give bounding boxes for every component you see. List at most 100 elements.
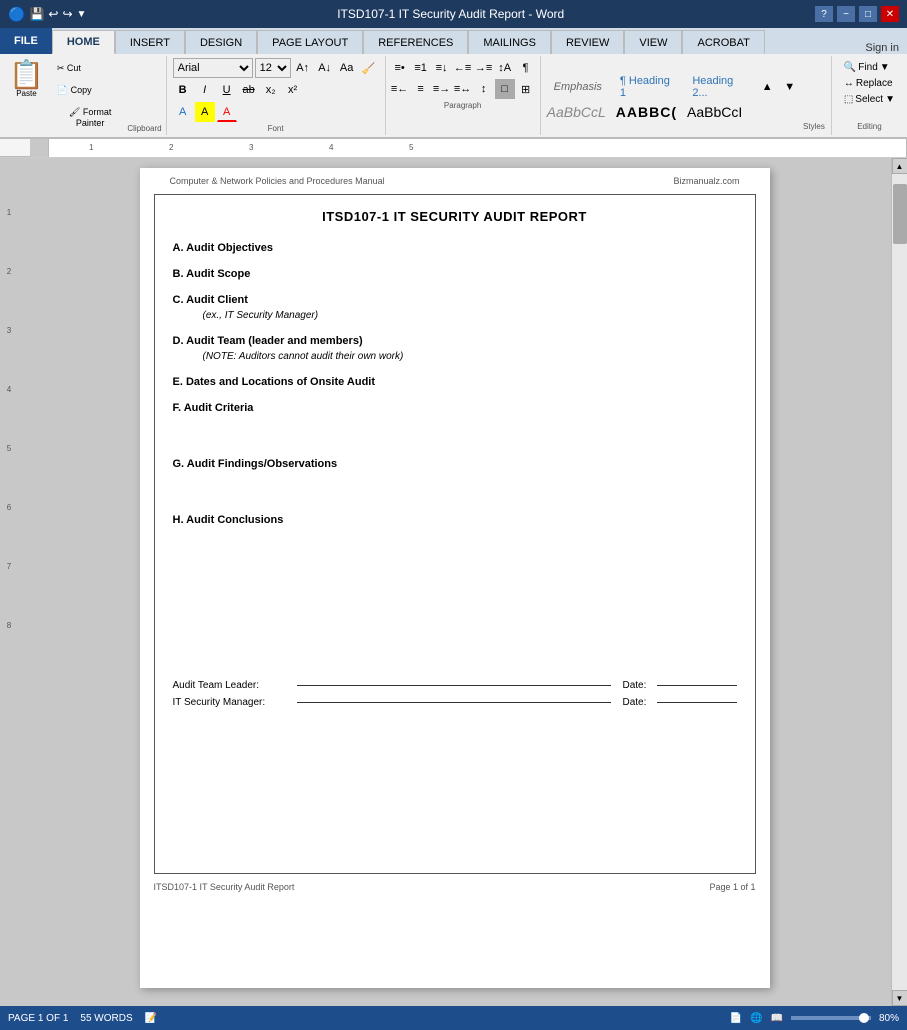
scroll-down-button[interactable]: ▼ <box>892 990 907 1006</box>
section-c-title: Audit Client <box>186 294 248 306</box>
font-name-select[interactable]: Arial <box>173 58 253 78</box>
window-controls: ? − □ ✕ <box>815 6 899 22</box>
restore-button[interactable]: □ <box>859 6 877 22</box>
styles-items: Emphasis ¶ Heading 1 Heading 2... ▲ ▼ Aa… <box>547 72 799 120</box>
scroll-thumb[interactable] <box>893 184 907 244</box>
sig-manager-date-line <box>657 702 737 703</box>
increase-indent-button[interactable]: →≡ <box>474 58 494 78</box>
format-painter-button[interactable]: 🖌 Format Painter <box>53 105 127 130</box>
tab-home[interactable]: HOME <box>52 30 115 54</box>
cut-button[interactable]: ✂ Cut <box>53 61 127 76</box>
styles-scroll-down[interactable]: ▼ <box>780 77 799 97</box>
track-changes-icon[interactable]: 📝 <box>145 1013 157 1024</box>
select-button[interactable]: ⬚ Select ▼ <box>840 92 899 107</box>
multilevel-list-button[interactable]: ≡↓ <box>432 58 452 78</box>
style-emphasis[interactable]: Emphasis <box>547 78 609 96</box>
align-left-button[interactable]: ≡← <box>390 79 410 99</box>
justify-button[interactable]: ≡↔ <box>453 79 473 99</box>
minimize-button[interactable]: − <box>837 6 855 22</box>
font-color-button[interactable]: A <box>217 102 237 122</box>
section-g-spacer <box>173 474 737 514</box>
style-heading1-label: ¶ Heading 1 <box>620 75 670 99</box>
scrollbar-vertical[interactable]: ▲ ▼ <box>891 158 907 1006</box>
replace-button[interactable]: ↔ Replace <box>840 76 899 91</box>
document-page[interactable]: Computer & Network Policies and Procedur… <box>140 168 770 988</box>
zoom-thumb[interactable] <box>859 1013 869 1023</box>
find-button[interactable]: 🔍 Find ▼ <box>840 60 899 75</box>
text-effects-button[interactable]: A <box>173 102 193 122</box>
sign-in-button[interactable]: Sign in <box>865 42 907 54</box>
section-f: F. Audit Criteria <box>173 402 737 414</box>
style-heading1[interactable]: ¶ Heading 1 <box>613 72 681 102</box>
font-shrink-button[interactable]: A↓ <box>315 58 335 78</box>
bold-button[interactable]: B <box>173 80 193 100</box>
view-print-icon[interactable]: 📄 <box>730 1013 742 1024</box>
tab-review[interactable]: REVIEW <box>551 30 624 54</box>
font-grow-button[interactable]: A↑ <box>293 58 313 78</box>
font-size-select[interactable]: 12 <box>255 58 291 78</box>
view-web-icon[interactable]: 🌐 <box>750 1013 762 1024</box>
clear-format-button[interactable]: 🧹 <box>359 58 379 78</box>
show-formatting-button[interactable]: ¶ <box>516 58 536 78</box>
section-f-heading: F. Audit Criteria <box>173 402 737 414</box>
styles-scroll-up[interactable]: ▲ <box>758 77 777 97</box>
section-h-heading: H. Audit Conclusions <box>173 514 737 526</box>
tab-view[interactable]: VIEW <box>624 30 682 54</box>
underline-button[interactable]: U <box>217 80 237 100</box>
styles-sample1: AaBbCcL <box>547 104 606 120</box>
tab-mailings[interactable]: MAILINGS <box>468 30 551 54</box>
tab-page-layout[interactable]: PAGE LAYOUT <box>257 30 363 54</box>
sig-manager-label: IT Security Manager: <box>173 697 293 708</box>
quick-access-more[interactable]: ▼ <box>77 9 87 20</box>
section-f-spacer <box>173 418 737 458</box>
borders-button[interactable]: ⊞ <box>516 79 536 99</box>
tab-design[interactable]: DESIGN <box>185 30 257 54</box>
copy-button[interactable]: 📄 Copy <box>53 83 127 98</box>
decrease-indent-button[interactable]: ←≡ <box>453 58 473 78</box>
align-center-button[interactable]: ≡ <box>411 79 431 99</box>
editing-label: Editing <box>840 122 899 131</box>
section-a-heading: A. Audit Objectives <box>173 242 737 254</box>
sig-manager-date-label: Date: <box>623 697 653 708</box>
strikethrough-button[interactable]: ab <box>239 80 259 100</box>
view-read-icon[interactable]: 📖 <box>771 1013 783 1024</box>
superscript-button[interactable]: x² <box>283 80 303 100</box>
align-right-button[interactable]: ≡→ <box>432 79 452 99</box>
document-title: ITSD107-1 IT SECURITY AUDIT REPORT <box>173 209 737 224</box>
paragraph-label: Paragraph <box>390 101 536 110</box>
help-button[interactable]: ? <box>815 6 833 22</box>
ruler: 1 2 3 4 5 <box>0 139 907 157</box>
scroll-up-button[interactable]: ▲ <box>892 158 907 174</box>
tab-file[interactable]: FILE <box>0 28 52 54</box>
bullets-button[interactable]: ≡• <box>390 58 410 78</box>
shading-button[interactable]: □ <box>495 79 515 99</box>
section-d-heading: D. Audit Team (leader and members) <box>173 335 737 347</box>
italic-button[interactable]: I <box>195 80 215 100</box>
find-dropdown[interactable]: ▼ <box>880 62 890 73</box>
tab-references[interactable]: REFERENCES <box>363 30 468 54</box>
quick-access-undo[interactable]: ↩ <box>48 7 58 21</box>
quick-access-save[interactable]: 💾 <box>29 7 44 21</box>
change-case-button[interactable]: Aa <box>337 58 357 78</box>
style-heading2[interactable]: Heading 2... <box>685 72 754 102</box>
section-b-title: Audit Scope <box>186 268 250 280</box>
subscript-button[interactable]: x₂ <box>261 80 281 100</box>
paste-button[interactable]: 📋 Paste <box>4 58 49 133</box>
highlight-button[interactable]: A <box>195 102 215 122</box>
close-button[interactable]: ✕ <box>881 6 899 22</box>
section-h-title: Audit Conclusions <box>186 514 283 526</box>
tab-acrobat[interactable]: ACROBAT <box>682 30 764 54</box>
status-right: 📄 🌐 📖 80% <box>730 1013 899 1024</box>
page-bordered-content: ITSD107-1 IT SECURITY AUDIT REPORT A. Au… <box>154 194 756 874</box>
zoom-slider[interactable] <box>791 1016 871 1020</box>
quick-access-redo[interactable]: ↪ <box>62 7 72 21</box>
word-icon: 🔵 <box>8 6 25 23</box>
line-spacing-button[interactable]: ↕ <box>474 79 494 99</box>
scroll-track[interactable] <box>892 174 907 990</box>
section-g-heading: G. Audit Findings/Observations <box>173 458 737 470</box>
section-c-note: (ex., IT Security Manager) <box>203 310 737 321</box>
select-dropdown[interactable]: ▼ <box>885 94 895 105</box>
tab-insert[interactable]: INSERT <box>115 30 185 54</box>
sort-button[interactable]: ↕A <box>495 58 515 78</box>
numbering-button[interactable]: ≡1 <box>411 58 431 78</box>
